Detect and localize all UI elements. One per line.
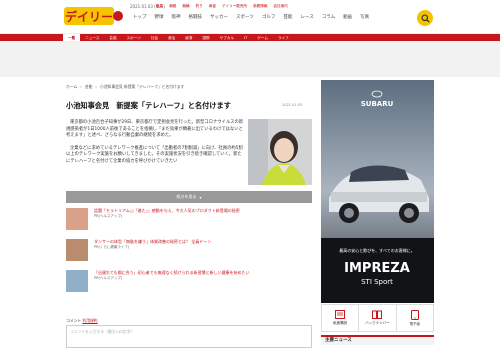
- subaru-ad-image: SUBARU 最高の安心と歓びを、すべてのお客様に。 IMPREZA STI S…: [321, 80, 434, 303]
- related-title[interactable]: 話題「モラトリアム」」「着た」」感動を与え、今大人気のプロダクト新登場の秘密: [94, 208, 240, 213]
- logo-mark: デイリー: [64, 7, 123, 25]
- main-nav: トップ 野球 阪神 格闘技 サッカー スポーツ ゴルフ 芸能 レース コラム 動…: [130, 14, 372, 20]
- comment-label: コメント 利用規約: [66, 318, 98, 324]
- header-link[interactable]: 競艇: [169, 4, 176, 9]
- header-link[interactable]: 新着情報: [253, 4, 267, 9]
- category-tab[interactable]: 社会: [146, 34, 163, 41]
- nav-item[interactable]: 芸能: [280, 14, 295, 20]
- category-tab[interactable]: IT: [239, 34, 252, 41]
- article-title: 小池知事会見 新提案「テレハーフ」と名付けます: [66, 101, 231, 110]
- breadcrumb-current: 小池知事会見 新提案「テレハーフ」と名付けます: [99, 84, 185, 89]
- category-tab[interactable]: 政治: [163, 34, 180, 41]
- nav-item[interactable]: サッカー: [207, 14, 231, 20]
- nav-item[interactable]: トップ: [130, 14, 150, 20]
- category-tab[interactable]: スポーツ: [122, 34, 146, 41]
- article-photo[interactable]: [248, 119, 312, 185]
- related-title[interactable]: 「出遅れても間に合う」初心者でも無理なく続けられる新習慣と新しい健康を始めたい: [94, 270, 250, 275]
- nav-item[interactable]: ゴルフ: [259, 14, 279, 20]
- nav-item[interactable]: 阪神: [169, 14, 184, 20]
- breadcrumb-category[interactable]: 芸能: [85, 84, 93, 90]
- chevron-down-icon: ▾: [199, 194, 202, 200]
- ad-tagline: 最高の安心と歓びを、すべてのお客様に。: [339, 247, 415, 253]
- shortcut-label: 紙面購読: [333, 321, 348, 325]
- nav-item[interactable]: 写真: [357, 14, 372, 20]
- category-bar: 一覧 ニュース 芸能 スポーツ 社会 政治 経済 国際 サブカル IT ゲーム …: [0, 34, 500, 41]
- category-tab[interactable]: 国際: [197, 34, 214, 41]
- header-link[interactable]: 会社案内: [273, 4, 287, 9]
- logo-text: デイリー: [65, 9, 113, 24]
- site-logo[interactable]: デイリー: [64, 5, 124, 27]
- comment-input[interactable]: コメントを入力する（最大140文字）: [66, 325, 312, 348]
- nav-item[interactable]: スポーツ: [233, 14, 257, 20]
- category-tab[interactable]: 経済: [180, 34, 197, 41]
- breadcrumb-separator: ›: [95, 84, 97, 89]
- terms-link[interactable]: 利用規約: [82, 318, 97, 323]
- breadcrumb-separator: ›: [80, 84, 82, 89]
- related-thumbnail: [66, 208, 88, 230]
- article-fade: [66, 173, 246, 191]
- newspaper-icon: [335, 310, 346, 319]
- portrait-image: [248, 119, 312, 185]
- ad-model-sub: STI Sport: [361, 278, 393, 286]
- related-title[interactable]: ダンサーの体型「無駄を嫌う」体質改善の秘密とは？ 全員ドーン: [94, 239, 211, 244]
- related-pr: PR(くらし健康ライフ): [94, 245, 130, 250]
- category-tab[interactable]: ニュース: [80, 34, 104, 41]
- tablet-icon: [410, 309, 419, 320]
- sidebar-shortcuts: 紙面購読 バックナンバー 電子版: [321, 304, 434, 332]
- newspaper-subscribe-button[interactable]: 紙面購読: [322, 305, 360, 331]
- site-header: デイリー 2021.01.03 (Sun) 競馬 競艇 競輪 釣り 麻雀 デイリ…: [0, 0, 500, 34]
- digital-edition-button[interactable]: 電子版: [397, 305, 433, 331]
- read-more-label: 続きを見る: [176, 194, 197, 199]
- related-list: 話題「モラトリアム」」「着た」」感動を与え、今大人気のプロダクト新登場の秘密 P…: [66, 208, 312, 301]
- related-pr: PR(ヘルスアップ): [94, 276, 123, 281]
- comment-placeholder: コメントを入力する（最大140文字）: [70, 329, 135, 334]
- header-link[interactable]: 釣り: [196, 4, 203, 9]
- related-thumbnail: [66, 270, 88, 292]
- top-ad-banner: [0, 41, 500, 77]
- search-button[interactable]: [417, 10, 433, 26]
- shortcut-label: 電子版: [409, 321, 421, 326]
- archive-icon: [372, 310, 383, 319]
- ad-model: IMPREZA: [344, 261, 410, 276]
- nav-item[interactable]: 野球: [152, 14, 167, 20]
- nav-item[interactable]: レース: [297, 14, 316, 20]
- back-number-button[interactable]: バックナンバー: [359, 305, 397, 331]
- related-item[interactable]: 「出遅れても間に合う」初心者でも無理なく続けられる新習慣と新しい健康を始めたい …: [66, 270, 312, 297]
- article-paragraph: 企業などに求めているテレワーク推進について「出勤者の7割削減」に向け、社員の約5…: [66, 145, 243, 164]
- nav-item[interactable]: 格闘技: [186, 14, 206, 20]
- comment-heading: コメント: [66, 318, 82, 323]
- read-more-button[interactable]: 続きを見る ▾: [66, 191, 312, 203]
- category-tab[interactable]: ゲーム: [252, 34, 273, 41]
- sidebar-ad[interactable]: SUBARU 最高の安心と歓びを、すべてのお客様に。 IMPREZA STI S…: [321, 80, 434, 303]
- ad-brand: SUBARU: [361, 100, 394, 108]
- related-thumbnail: [66, 239, 88, 261]
- article-date: 2021.01.03: [282, 103, 303, 107]
- header-links: 競馬 競艇 競輪 釣り 麻雀 デイリー販売所 新着情報 会社案内: [156, 4, 288, 9]
- category-tab-active[interactable]: 一覧: [63, 34, 81, 41]
- main-news-heading: 主要ニュース: [321, 335, 434, 345]
- category-tab[interactable]: 芸能: [104, 34, 121, 41]
- category-tab[interactable]: ライフ: [273, 34, 294, 41]
- related-pr: PR(ヘルスアップ): [94, 214, 123, 219]
- search-icon: [420, 13, 430, 23]
- header-link[interactable]: デイリー販売所: [222, 4, 247, 9]
- header-link[interactable]: 競馬: [156, 4, 163, 9]
- header-link[interactable]: 麻雀: [209, 4, 216, 9]
- shortcut-label: バックナンバー: [365, 321, 390, 325]
- nav-item[interactable]: 動画: [340, 14, 355, 20]
- article-paragraph: 東京都の小池百合子知事が29日、東京都庁で定例会見を行った。新型コロナウイルスの…: [66, 120, 244, 139]
- related-item[interactable]: ダンサーの体型「無駄を嫌う」体質改善の秘密とは？ 全員ドーン PR(くらし健康ラ…: [66, 239, 312, 266]
- breadcrumb-home[interactable]: ホーム: [66, 84, 77, 90]
- breadcrumb: ホーム › 芸能 › 小池知事会見 新提案「テレハーフ」と名付けます: [66, 84, 184, 90]
- header-link[interactable]: 競輪: [182, 4, 189, 9]
- nav-item[interactable]: コラム: [319, 14, 338, 20]
- related-item[interactable]: 話題「モラトリアム」」「着た」」感動を与え、今大人気のプロダクト新登場の秘密 P…: [66, 208, 312, 235]
- article-body: 東京都の小池百合子知事が29日、東京都庁で定例会見を行った。新型コロナウイルスの…: [66, 120, 246, 172]
- category-tab[interactable]: サブカル: [215, 34, 239, 41]
